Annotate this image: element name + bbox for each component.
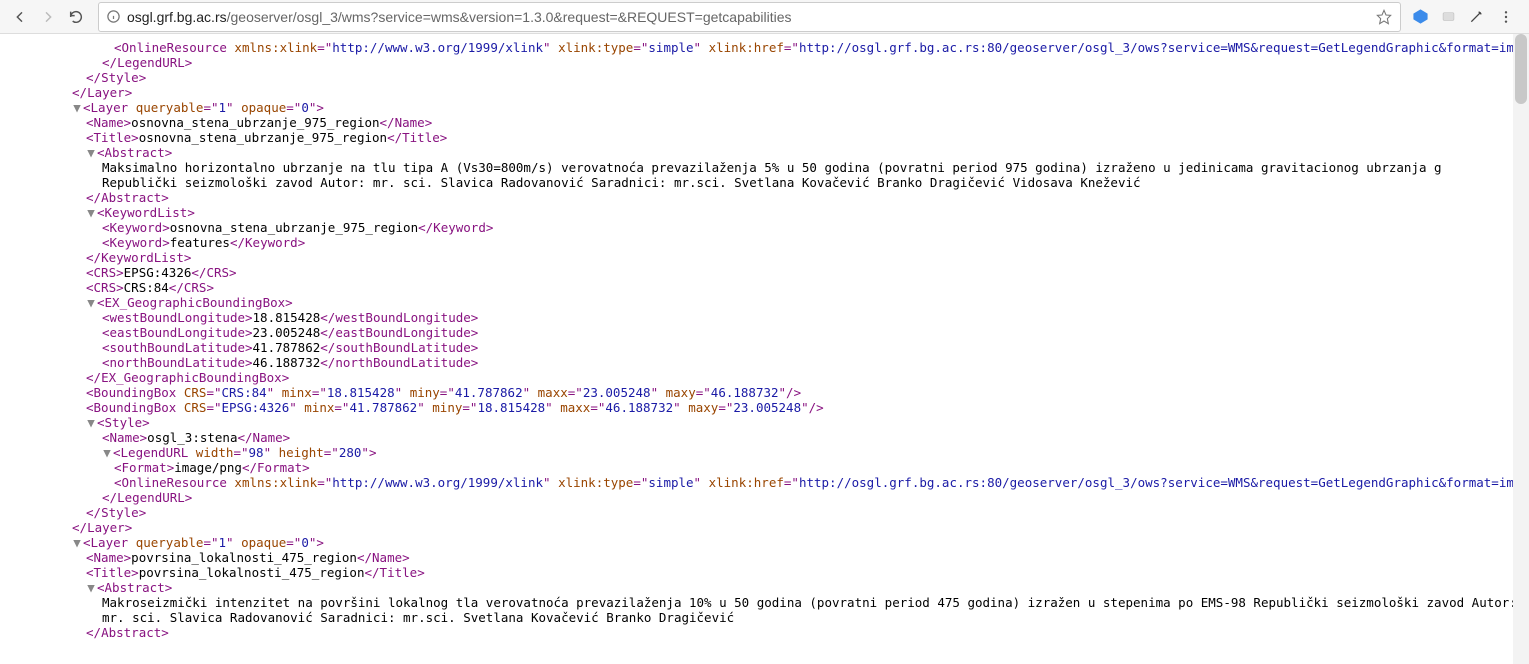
toolbar-right xyxy=(1405,6,1523,28)
collapse-toggle-icon[interactable]: ▼ xyxy=(86,145,96,160)
xml-line: </LegendURL> xyxy=(8,55,1529,70)
collapse-toggle-icon[interactable]: ▼ xyxy=(86,295,96,310)
xml-line: </Style> xyxy=(8,70,1529,85)
site-info-icon[interactable] xyxy=(105,9,121,25)
xml-line: ▼<Abstract> xyxy=(8,580,1529,595)
xml-line: <northBoundLatitude>46.188732</northBoun… xyxy=(8,355,1529,370)
scrollbar-thumb[interactable] xyxy=(1515,34,1527,104)
xml-line: </EX_GeographicBoundingBox> xyxy=(8,370,1529,385)
xml-line: Maksimalno horizontalno ubrzanje na tlu … xyxy=(8,160,1529,190)
xml-line: <CRS>CRS:84</CRS> xyxy=(8,280,1529,295)
reload-button[interactable] xyxy=(62,3,90,31)
xml-line: <Keyword>osnovna_stena_ubrzanje_975_regi… xyxy=(8,220,1529,235)
collapse-toggle-icon[interactable]: ▼ xyxy=(86,415,96,430)
xml-line: <BoundingBox CRS="CRS:84" minx="18.81542… xyxy=(8,385,1529,400)
vertical-scrollbar[interactable] xyxy=(1513,34,1529,664)
xml-line: </Style> xyxy=(8,505,1529,520)
collapse-toggle-icon[interactable]: ▼ xyxy=(86,205,96,220)
xml-line: </Layer> xyxy=(8,520,1529,535)
xml-line: <Name>povrsina_lokalnosti_475_region</Na… xyxy=(8,550,1529,565)
collapse-toggle-icon[interactable]: ▼ xyxy=(102,445,112,460)
extension-icon-2[interactable] xyxy=(1439,8,1457,26)
xml-line: <Format>image/png</Format> xyxy=(8,460,1529,475)
xml-line: <Title>povrsina_lokalnosti_475_region</T… xyxy=(8,565,1529,580)
xml-line: <Keyword>features</Keyword> xyxy=(8,235,1529,250)
xml-line: <OnlineResource xmlns:xlink="http://www.… xyxy=(8,475,1529,490)
xml-line: </KeywordList> xyxy=(8,250,1529,265)
xml-line: <Name>osgl_3:stena</Name> xyxy=(8,430,1529,445)
xml-line: <Title>osnovna_stena_ubrzanje_975_region… xyxy=(8,130,1529,145)
xml-line: </Layer> xyxy=(8,85,1529,100)
browser-toolbar: osgl.grf.bg.ac.rs/geoserver/osgl_3/wms?s… xyxy=(0,0,1529,34)
xml-view: <OnlineResource xmlns:xlink="http://www.… xyxy=(0,34,1529,650)
xml-line: ▼<Layer queryable="1" opaque="0"> xyxy=(8,100,1529,115)
extension-icon-1[interactable] xyxy=(1411,8,1429,26)
bookmark-star-icon[interactable] xyxy=(1374,7,1394,27)
url-text: osgl.grf.bg.ac.rs/geoserver/osgl_3/wms?s… xyxy=(127,9,1374,25)
collapse-toggle-icon[interactable]: ▼ xyxy=(72,535,82,550)
xml-line: <CRS>EPSG:4326</CRS> xyxy=(8,265,1529,280)
xml-line: <westBoundLongitude>18.815428</westBound… xyxy=(8,310,1529,325)
xml-line: <southBoundLatitude>41.787862</southBoun… xyxy=(8,340,1529,355)
address-bar[interactable]: osgl.grf.bg.ac.rs/geoserver/osgl_3/wms?s… xyxy=(98,2,1401,32)
xml-line: ▼<LegendURL width="98" height="280"> xyxy=(8,445,1529,460)
xml-line: ▼<KeywordList> xyxy=(8,205,1529,220)
xml-line: <OnlineResource xmlns:xlink="http://www.… xyxy=(8,40,1529,55)
collapse-toggle-icon[interactable]: ▼ xyxy=(86,580,96,595)
browser-menu-icon[interactable] xyxy=(1495,6,1517,28)
collapse-toggle-icon[interactable]: ▼ xyxy=(72,100,82,115)
extension-icon-3[interactable] xyxy=(1467,8,1485,26)
xml-line: </Abstract> xyxy=(8,625,1529,640)
back-button[interactable] xyxy=(6,3,34,31)
xml-line: </LegendURL> xyxy=(8,490,1529,505)
xml-line: <BoundingBox CRS="EPSG:4326" minx="41.78… xyxy=(8,400,1529,415)
xml-line: ▼<Abstract> xyxy=(8,145,1529,160)
xml-line: </Abstract> xyxy=(8,190,1529,205)
xml-line: ▼<Style> xyxy=(8,415,1529,430)
xml-line: ▼<Layer queryable="1" opaque="0"> xyxy=(8,535,1529,550)
xml-line: ▼<EX_GeographicBoundingBox> xyxy=(8,295,1529,310)
forward-button[interactable] xyxy=(34,3,62,31)
xml-line: <Name>osnovna_stena_ubrzanje_975_region<… xyxy=(8,115,1529,130)
xml-line: <eastBoundLongitude>23.005248</eastBound… xyxy=(8,325,1529,340)
xml-line: Makroseizmički intenzitet na površini lo… xyxy=(8,595,1529,625)
